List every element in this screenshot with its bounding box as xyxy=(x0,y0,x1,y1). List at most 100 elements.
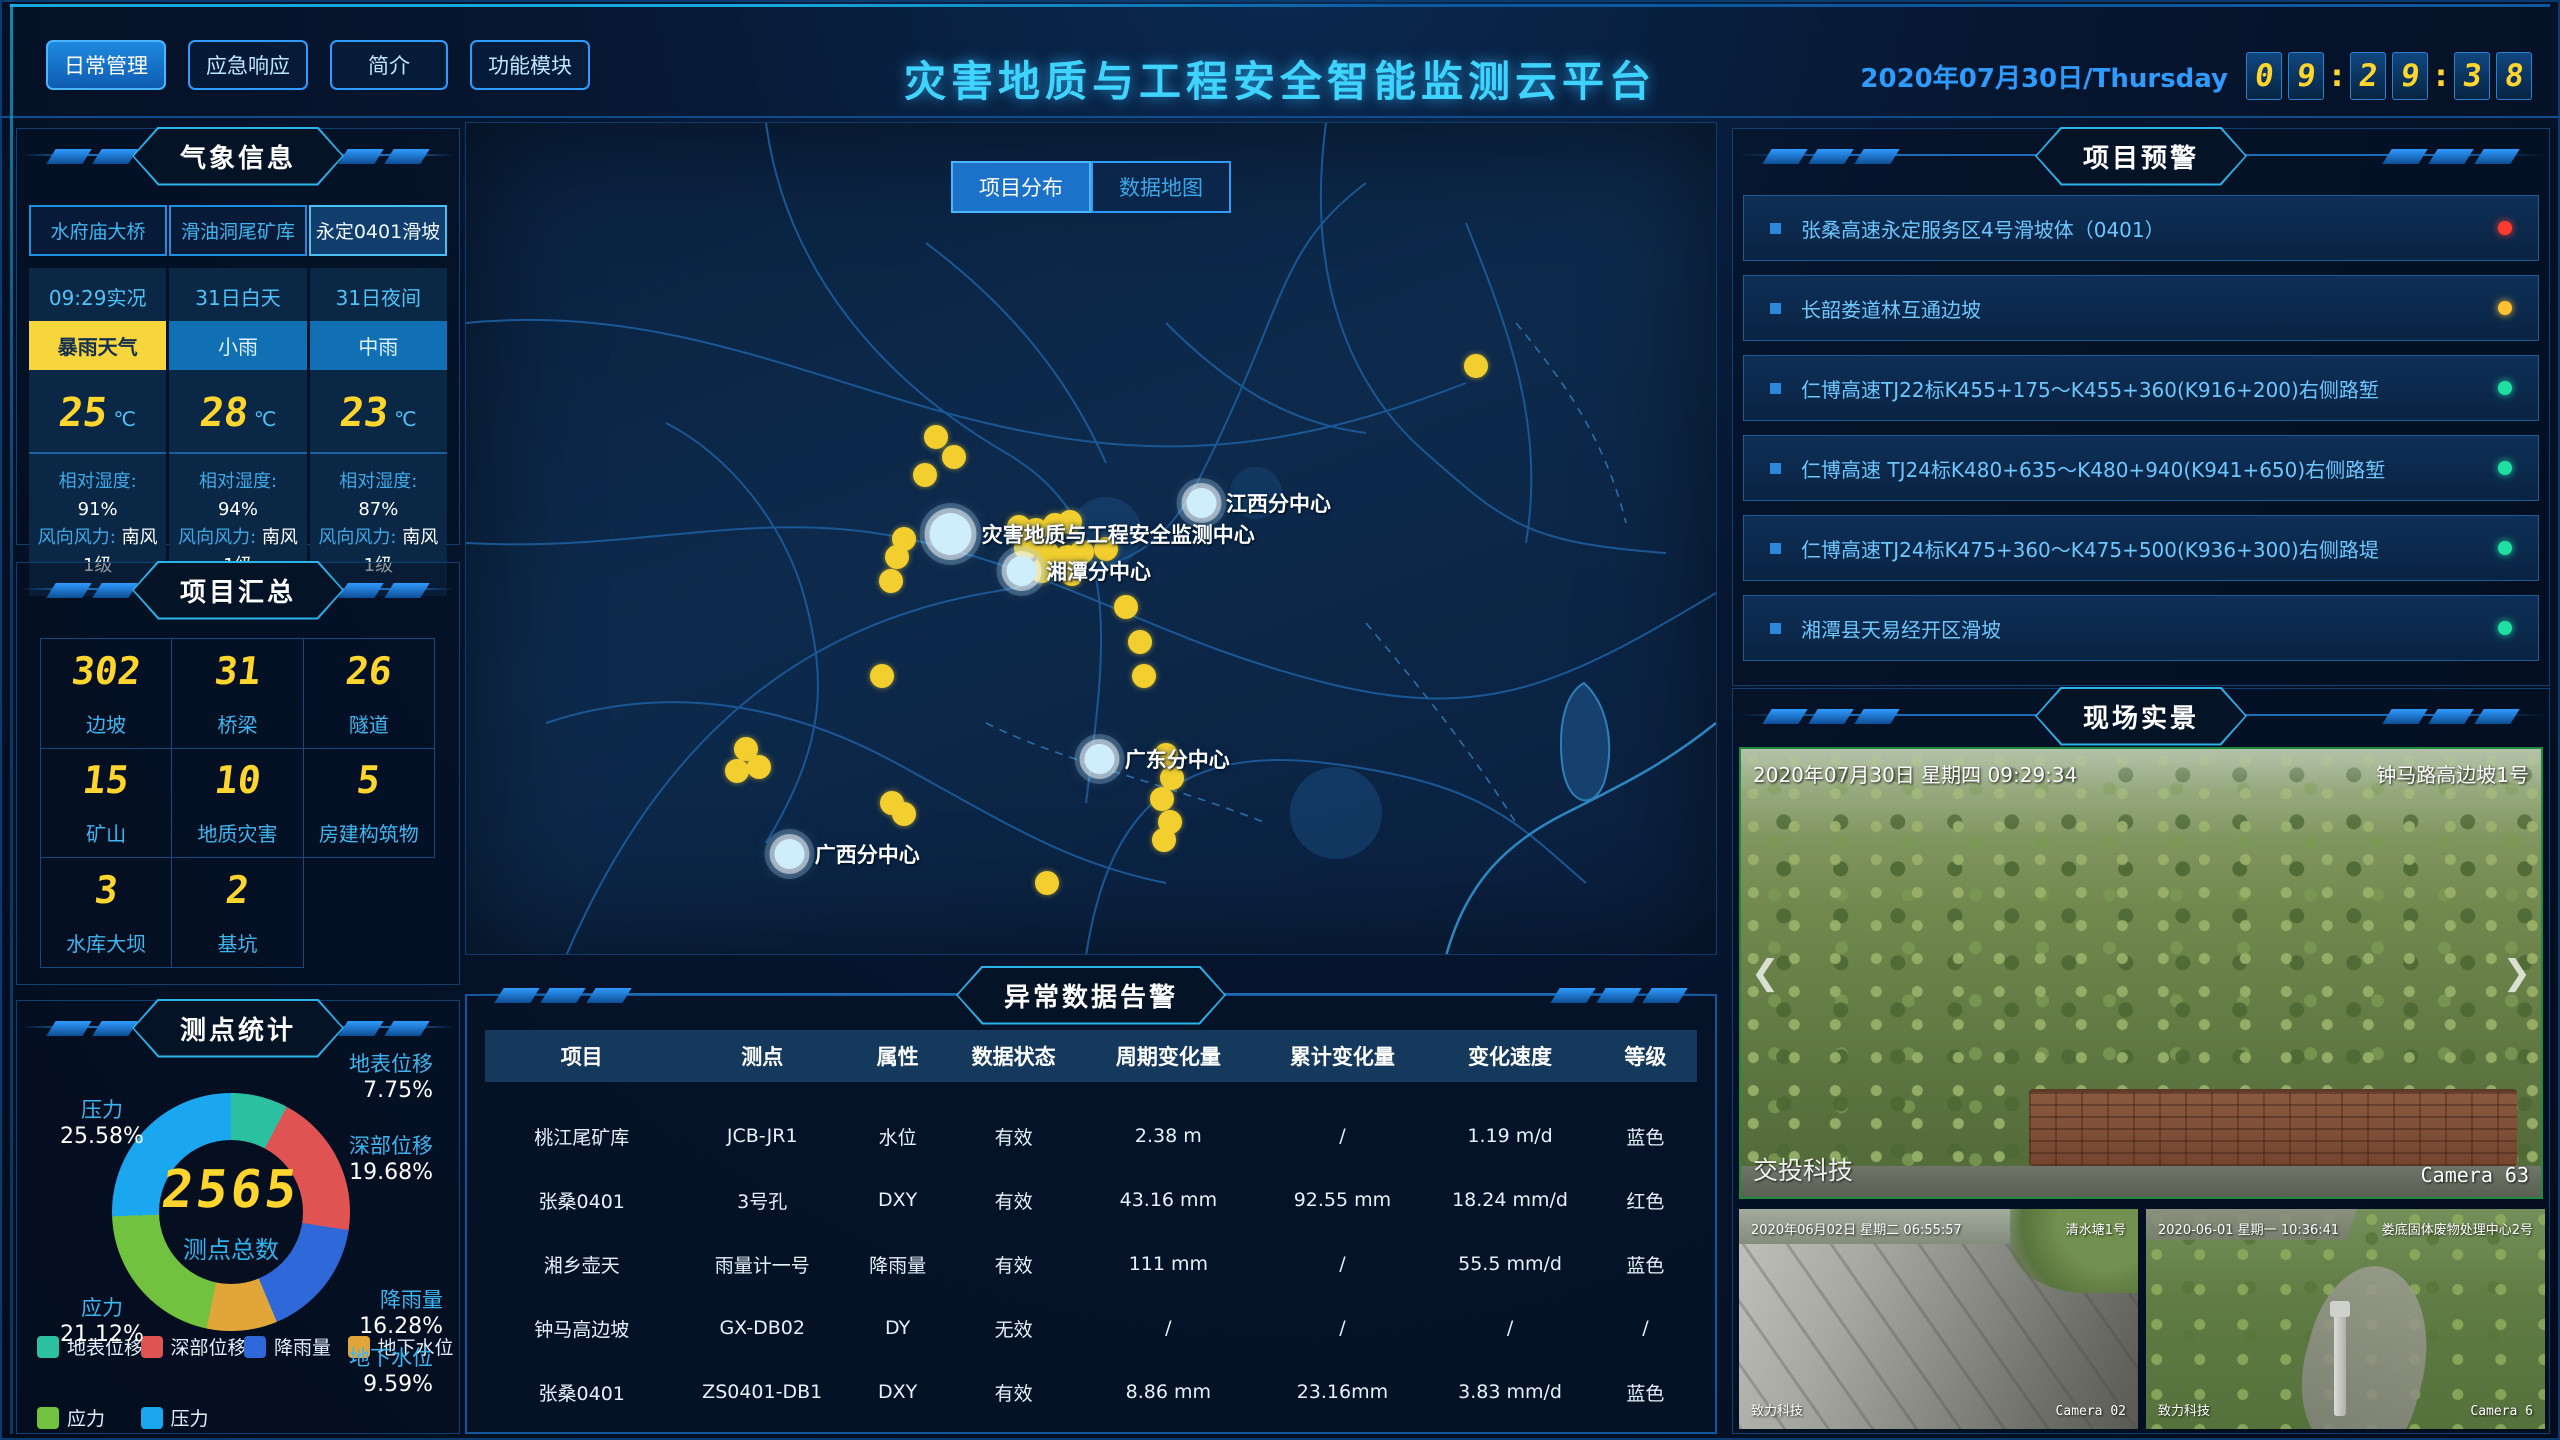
stat-mines: 15矿山 xyxy=(40,748,172,859)
sub-camera-feed-2[interactable]: 2020-06-01 星期一 10:36:41 娄底固体废物处理中心2号 致力科… xyxy=(2146,1209,2545,1429)
bullet-square-icon xyxy=(1770,623,1781,634)
center-label: 灾害地质与工程安全监测中心 xyxy=(982,519,1255,549)
camera-timestamp: 2020年07月30日 星期四 09:29:34 xyxy=(1753,759,2077,788)
legend-item: 压力 xyxy=(141,1404,245,1431)
weather-panel: 气象信息 水府庙大桥 滑油洞尾矿库 永定0401滑坡 09:29实况 暴雨天气 … xyxy=(16,128,460,545)
weather-time: 09:29实况 xyxy=(29,268,166,321)
project-dot[interactable] xyxy=(924,425,948,449)
warning-text: 湘潭县天易经开区滑坡 xyxy=(1801,614,2486,643)
status-badge xyxy=(2498,221,2512,235)
header-decoration xyxy=(1555,988,1683,1003)
list-item[interactable]: 仁博高速 TJ24标K480+635～K480+940(K941+650)右侧路… xyxy=(1743,435,2539,501)
center-marker[interactable]: 灾害地质与工程安全监测中心 xyxy=(930,513,1255,555)
project-summary-header: 项目汇总 xyxy=(17,563,459,617)
weather-now: 09:29实况 暴雨天气 25℃ 相对湿度: 91% 风向风力: 南风1级 xyxy=(29,268,166,596)
clock-digit: 3 xyxy=(2454,52,2490,100)
table-row[interactable]: 桃江尾矿库JCB-JR1水位有效2.38 m/1.19 m/d蓝色 xyxy=(485,1104,1697,1168)
header-decoration xyxy=(1767,709,1895,724)
live-view-header: 现场实景 xyxy=(1733,689,2549,743)
list-item[interactable]: 湘潭县天易经开区滑坡 xyxy=(1743,595,2539,661)
project-dot[interactable] xyxy=(1132,664,1156,688)
monitoring-pole xyxy=(2334,1315,2346,1416)
stat-foundation-pits: 2基坑 xyxy=(171,857,303,968)
table-row[interactable]: 长韶娄道林互通边坡5号孔DXY有效10.12 mm15.975.46 mm/d橙… xyxy=(485,1082,1697,1104)
table-row[interactable]: 钟马高边坡GX-DB02DY无效//// xyxy=(485,1296,1697,1360)
abnormal-data-title: 异常数据告警 xyxy=(958,968,1224,1023)
list-item[interactable]: 仁博高速TJ22标K455+175～K455+360(K916+200)右侧路堑 xyxy=(1743,355,2539,421)
carousel-prev-icon[interactable]: ❮ xyxy=(1751,953,1780,993)
weather-night: 31日夜间 中雨 23℃ 相对湿度: 87% 风向风力: 南风1级 xyxy=(310,268,447,596)
callout-deep-displacement: 深部位移19.68% xyxy=(303,1133,433,1187)
project-warning-header: 项目预警 xyxy=(1733,129,2549,183)
project-summary-grid: 302边坡 31桥梁 26隧道 15矿山 10地质灾害 5房建构筑物 3水库大坝… xyxy=(41,639,435,968)
center-marker[interactable]: 广西分中心 xyxy=(775,839,920,869)
weather-time: 31日白天 xyxy=(169,268,306,321)
list-item[interactable]: 张桑高速永定服务区4号滑坡体（0401） xyxy=(1743,195,2539,261)
center-marker[interactable]: 广东分中心 xyxy=(1085,744,1230,774)
project-dot[interactable] xyxy=(879,569,903,593)
weather-tab-shuifumiao[interactable]: 水府庙大桥 xyxy=(29,205,167,256)
header-decoration xyxy=(2387,709,2515,724)
project-dot[interactable] xyxy=(870,664,894,688)
clock-digit: 2 xyxy=(2350,52,2386,100)
datetime: 2020年07月30日/Thursday 0 9 : 2 9 : 3 8 xyxy=(1860,52,2532,100)
project-dot[interactable] xyxy=(942,445,966,469)
project-dot[interactable] xyxy=(1128,630,1152,654)
callout-groundwater: 地下水位9.59% xyxy=(303,1345,433,1399)
project-warning-panel: 项目预警 张桑高速永定服务区4号滑坡体（0401） 长韶娄道林互通边坡 仁博高速… xyxy=(1732,128,2550,686)
map-tab-data-map[interactable]: 数据地图 xyxy=(1091,161,1231,213)
project-dot[interactable] xyxy=(892,802,916,826)
project-dot[interactable] xyxy=(725,759,749,783)
project-dot[interactable] xyxy=(747,755,771,779)
project-dot[interactable] xyxy=(913,463,937,487)
weather-panel-header: 气象信息 xyxy=(17,129,459,183)
list-item[interactable]: 仁博高速TJ24标K475+360～K475+500(K936+300)右侧路堤 xyxy=(1743,515,2539,581)
project-dot[interactable] xyxy=(1150,787,1174,811)
status-badge xyxy=(2498,381,2512,395)
project-dot[interactable] xyxy=(1152,828,1176,852)
live-view-title: 现场实景 xyxy=(2037,689,2245,744)
center-marker[interactable]: 湘潭分中心 xyxy=(1006,556,1151,586)
camera-brand: 致力科技 xyxy=(1751,1400,1803,1419)
alert-table-header: 项目测点 属性数据状态 周期变化量累计变化量 变化速度等级 xyxy=(485,1030,1697,1082)
camera-name: 清水塘1号 xyxy=(2066,1219,2126,1238)
weather-panel-title: 气象信息 xyxy=(134,129,342,184)
warning-text: 张桑高速永定服务区4号滑坡体（0401） xyxy=(1801,214,2486,243)
callout-stress: 应力21.12% xyxy=(47,1295,157,1349)
table-row[interactable]: 湘乡壶天雨量计一号降雨量有效111 mm/55.5 mm/d蓝色 xyxy=(485,1232,1697,1296)
abnormal-data-header: 异常数据告警 xyxy=(465,968,1717,1022)
list-item[interactable]: 长韶娄道林互通边坡 xyxy=(1743,275,2539,341)
clock-digit: 9 xyxy=(2392,52,2428,100)
weather-tab-yongding[interactable]: 永定0401滑坡 xyxy=(309,205,447,256)
header-decoration xyxy=(499,988,627,1003)
weather-tab-huayoudong[interactable]: 滑油洞尾矿库 xyxy=(169,205,307,256)
marker-ring-icon xyxy=(1006,556,1036,586)
abnormal-data-panel: 异常数据告警 项目测点 属性数据状态 周期变化量累计变化量 变化速度等级 长韶娄… xyxy=(465,968,1717,1434)
table-row[interactable]: 张桑04013号孔DXY有效43.16 mm92.55 mm18.24 mm/d… xyxy=(485,1168,1697,1232)
project-summary-panel: 项目汇总 302边坡 31桥梁 26隧道 15矿山 10地质灾害 5房建构筑物 … xyxy=(16,562,460,985)
weather-temp: 28℃ xyxy=(169,370,306,454)
project-dot[interactable] xyxy=(1114,595,1138,619)
project-dot[interactable] xyxy=(1464,354,1488,378)
map-tab-project-distribution[interactable]: 项目分布 xyxy=(951,161,1091,213)
point-stats-panel: 测点统计 2565 测点总数 地表位移7.75% 压力25.58% 深部位移19… xyxy=(16,1000,460,1434)
project-dot[interactable] xyxy=(885,545,909,569)
status-badge xyxy=(2498,621,2512,635)
warning-text: 仁博高速TJ22标K455+175～K455+360(K916+200)右侧路堑 xyxy=(1801,374,2486,403)
camera-name: 娄底固体废物处理中心2号 xyxy=(2382,1219,2533,1238)
status-badge xyxy=(2498,461,2512,475)
weather-condition: 暴雨天气 xyxy=(29,321,166,370)
carousel-next-icon[interactable]: ❯ xyxy=(2503,953,2532,993)
stat-geo-hazards: 10地质灾害 xyxy=(171,748,303,859)
header: 日常管理 应急响应 简介 功能模块 灾害地质与工程安全智能监测云平台 2020年… xyxy=(0,0,2560,118)
bullet-square-icon xyxy=(1770,383,1781,394)
point-stats-header: 测点统计 xyxy=(17,1001,459,1055)
sub-camera-feed-1[interactable]: 2020年06月02日 星期二 06:55:57 清水塘1号 致力科技 Came… xyxy=(1739,1209,2138,1429)
date-label: 2020年07月30日/Thursday xyxy=(1860,58,2228,95)
bullet-square-icon xyxy=(1770,223,1781,234)
project-map[interactable]: 项目分布 数据地图 江西分中心灾害地质与工程安全监测中心湘潭分中心广东分中心广西… xyxy=(465,122,1717,955)
camera-id: Camera 63 xyxy=(2421,1163,2529,1187)
table-row[interactable]: 张桑0401ZS0401-DB1DXY有效8.86 mm23.16mm3.83 … xyxy=(485,1360,1697,1424)
alert-table-body: 长韶娄道林互通边坡5号孔DXY有效10.12 mm15.975.46 mm/d橙… xyxy=(485,1082,1697,1426)
project-dot[interactable] xyxy=(1035,871,1059,895)
